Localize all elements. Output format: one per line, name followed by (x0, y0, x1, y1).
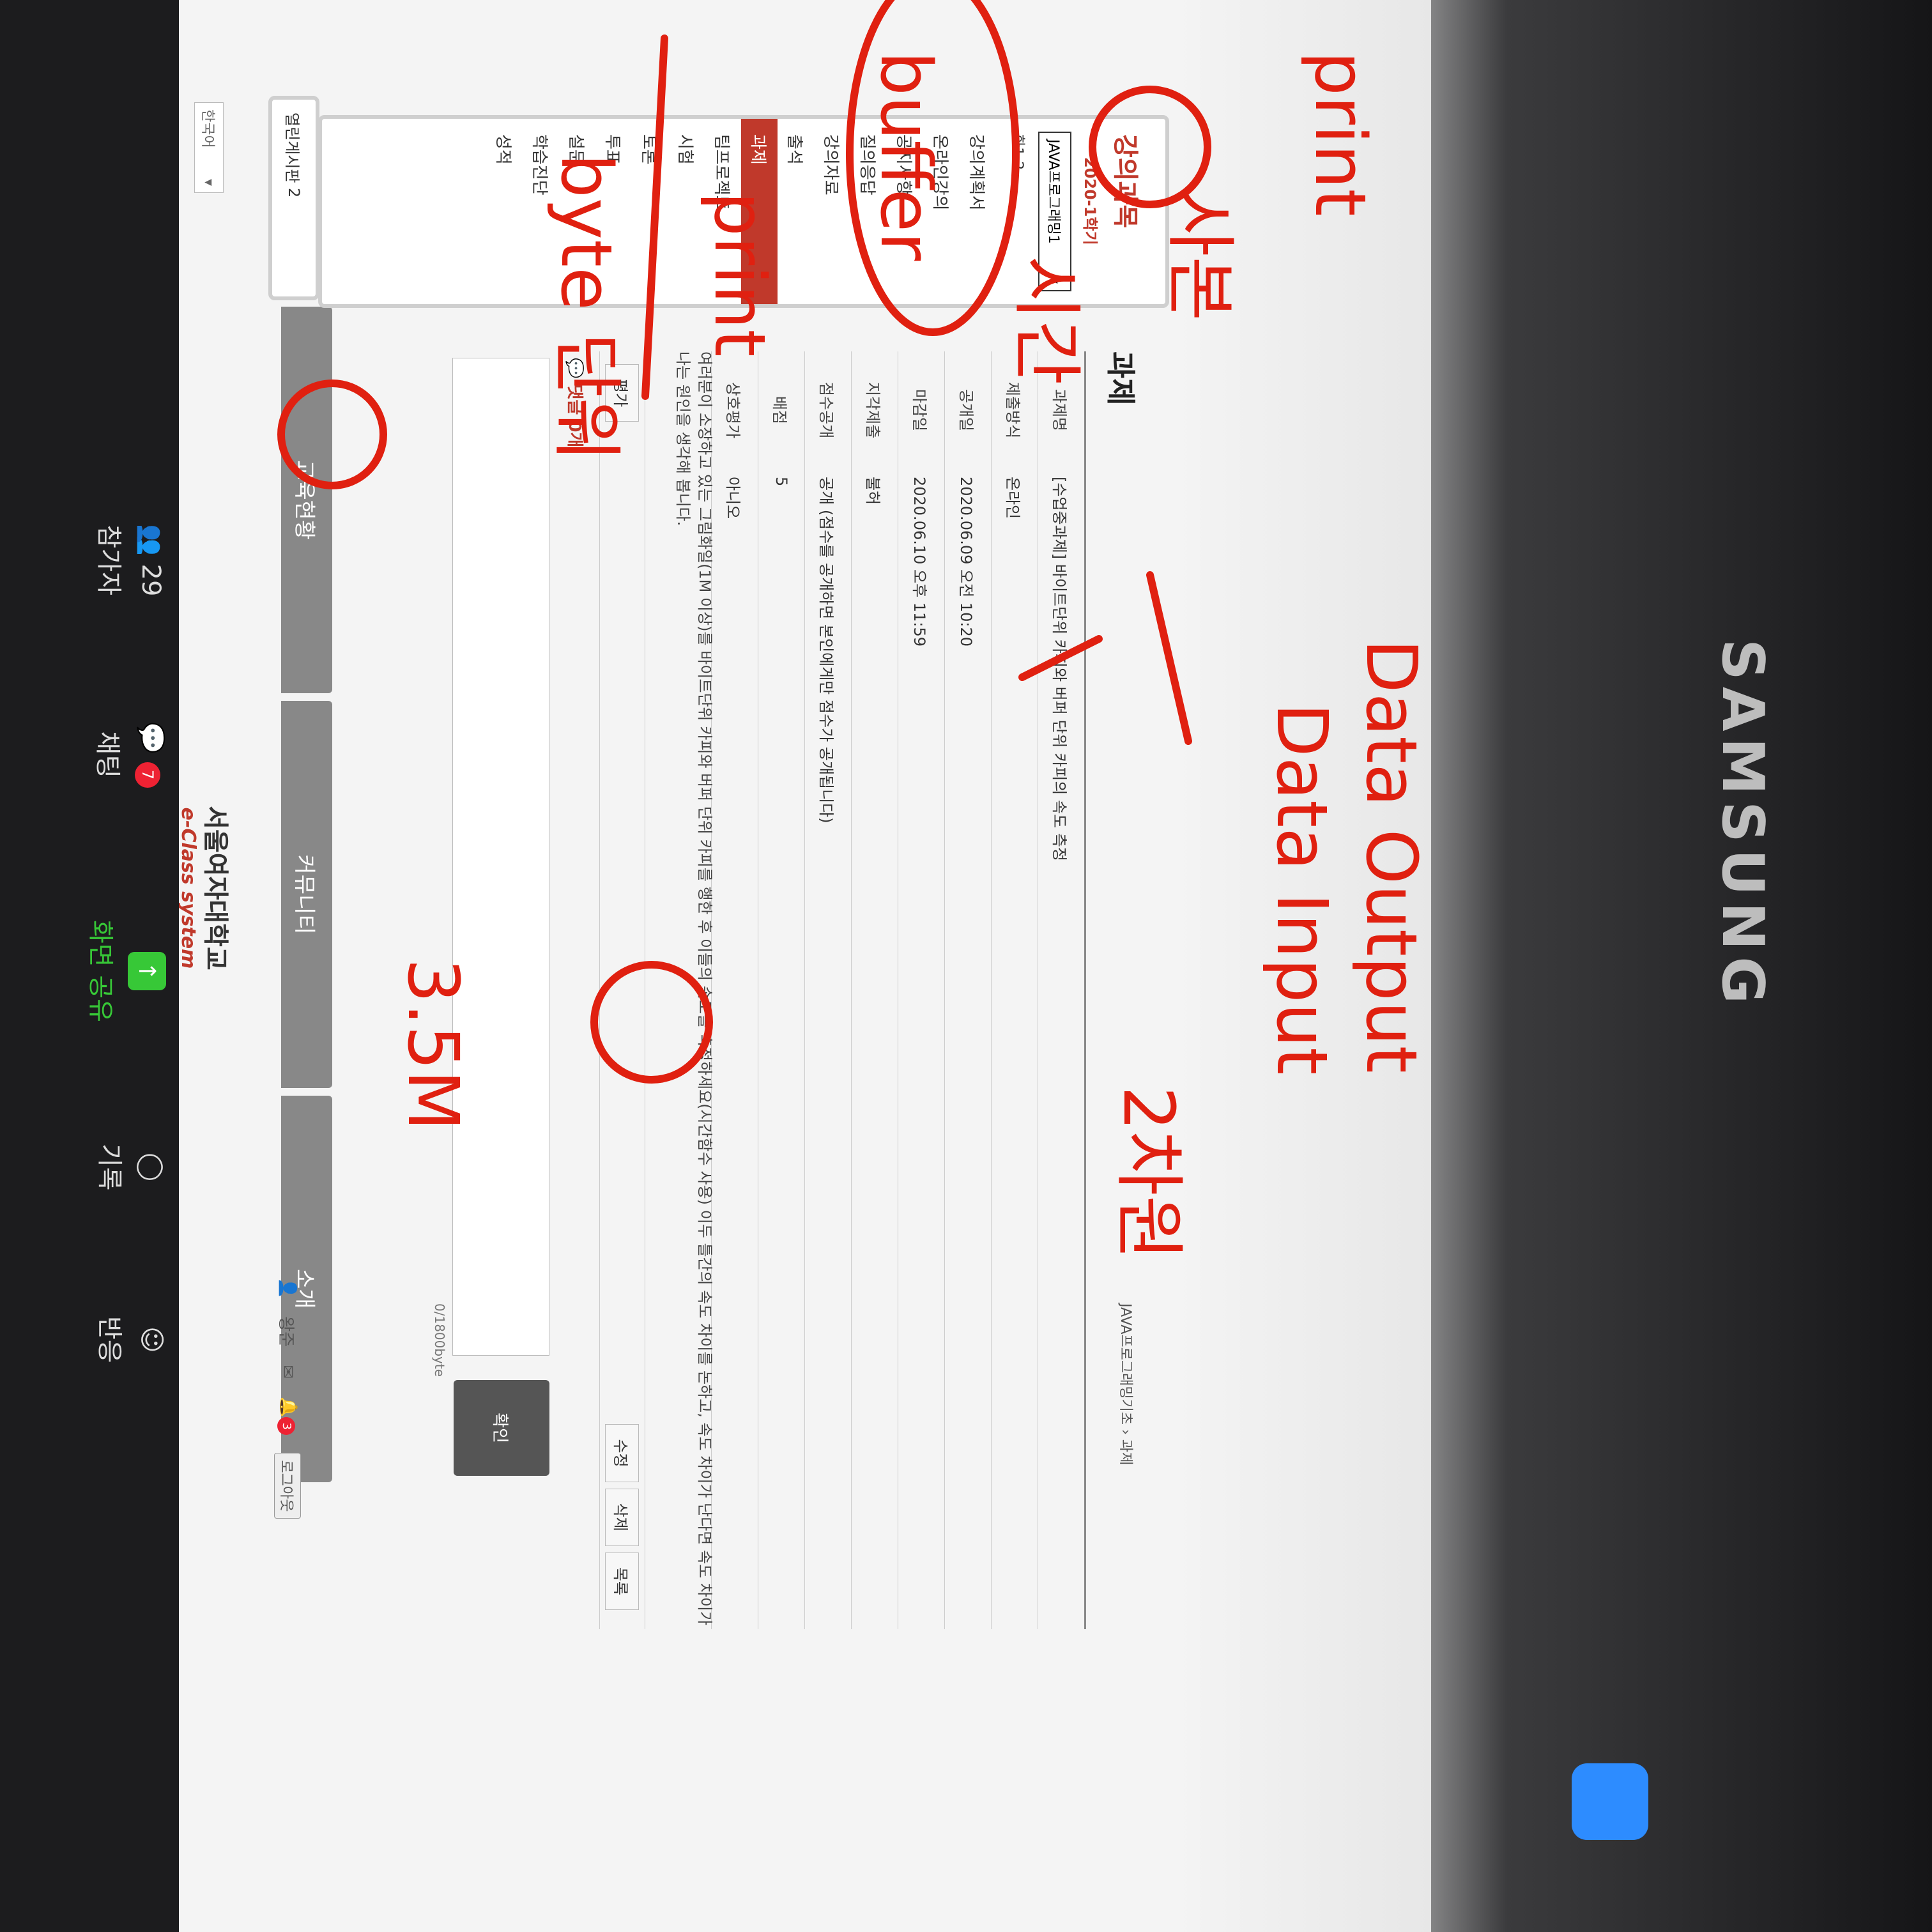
field-key: 배점 (758, 351, 805, 469)
share-screen-button[interactable]: ↑ 화면 공유 (84, 920, 166, 1022)
reply-count-label: 💬 댓글 0개 (564, 358, 588, 447)
brand-system: e-Class system (177, 807, 199, 969)
field-key: 점수공개 (804, 351, 852, 469)
assignment-detail: JAVA프로그래밍기초 › 과제 과제 과제명 [수업중과제] 바이트단위 카피와… (268, 345, 1163, 1648)
participants-button[interactable]: 👥 29 참가자 (93, 524, 166, 596)
semester-label: 2020-1학기 (1081, 157, 1099, 245)
list-button[interactable]: 목록 (605, 1552, 640, 1610)
eclass-page: 한국어 ▾ W 서울여자대학교 e-Class system 교육현황 커뮤니티… (0, 0, 1431, 1932)
field-key: 제출방식 (991, 351, 1038, 469)
chat-label: 채팅 (93, 731, 122, 779)
sidebar-item-learning-diagnosis[interactable]: 학습진단 (523, 119, 559, 304)
chevron-down-icon: ▾ (201, 178, 217, 186)
field-value: 5 (758, 469, 805, 1629)
course-select[interactable]: JAVA프로그래밍1 ▾ (1038, 132, 1071, 291)
field-value: 불허 (851, 469, 898, 1629)
table-row: 제출방식 온라인 (991, 351, 1038, 1629)
edit-button[interactable]: 수정 (605, 1424, 640, 1482)
course-sidebar: 강의과목 2020-1학기 JAVA프로그래밍1 ▾ 화1-2 강의계획서 온라… (318, 115, 1169, 308)
field-value: 온라인 (991, 469, 1038, 1629)
share-arrow-icon: ↑ (128, 951, 166, 990)
sidebar-item-online-lecture[interactable]: 온라인강의 (923, 119, 960, 304)
field-key: 공개일 (944, 351, 992, 469)
record-label: 기록 (95, 1144, 124, 1191)
monitor-brand: SAMSUNG (1709, 639, 1776, 1011)
table-row: 점수공개 공개 (점수를 공개하면 본인에게만 점수가 공개됩니다) (804, 351, 852, 1629)
delete-button[interactable]: 삭제 (605, 1488, 640, 1546)
sidebar-item-team-project[interactable]: 팀프로젝트 (705, 119, 741, 304)
sidebar-item-exam[interactable]: 시험 (668, 119, 705, 304)
sidebar-item-vote[interactable]: 투표 (595, 119, 632, 304)
chat-icon: 💬 (136, 722, 165, 754)
field-key: 마감일 (898, 351, 945, 469)
sidebar-title: 강의과목 (1110, 134, 1140, 229)
field-key: 과제명 (1038, 351, 1085, 469)
field-key: 상호평가 (711, 351, 758, 469)
field-value: 아니오 (711, 469, 758, 1629)
chevron-down-icon: ▾ (1046, 276, 1063, 284)
sidebar-item-qna[interactable]: 질의응답 (850, 119, 887, 304)
monitor-screen: 한국어 ▾ W 서울여자대학교 e-Class system 교육현황 커뮤니티… (0, 0, 1431, 1932)
table-row: 과제명 [수업중과제] 바이트단위 카피와 버퍼 단위 카피의 속도 측정 (1038, 351, 1085, 1629)
sidebar-item-materials[interactable]: 강의자료 (814, 119, 850, 304)
chat-badge: 7 (135, 762, 160, 788)
action-row: 평가 수정 삭제 목록 (599, 351, 645, 1629)
class-number: 화1-2 (1009, 134, 1025, 171)
field-value: 2020.06.10 오후 11:59 (898, 469, 945, 1629)
brand: 서울여자대학교 e-Class system (177, 754, 236, 1022)
confirm-button[interactable]: 확인 (454, 1380, 549, 1476)
sidebar-item-syllabus[interactable]: 강의계획서 (960, 119, 996, 304)
language-select-value: 한국어 (199, 109, 215, 148)
sidebar-item-discussion[interactable]: 토론 (632, 119, 668, 304)
emoji-icon: ☺ (137, 1326, 166, 1353)
sidebar-item-assignment[interactable]: 과제 (741, 119, 778, 304)
field-key: 지각제출 (851, 351, 898, 469)
table-row: 배점 5 (758, 351, 805, 1629)
field-value: 공개 (점수를 공개하면 본인에게만 점수가 공개됩니다) (804, 469, 852, 1629)
sidebar-item-notice[interactable]: 공지사항 (887, 119, 923, 304)
table-row: 공개일 2020.06.09 오전 10:20 (944, 351, 992, 1629)
participants-count: 29 (136, 564, 165, 597)
brand-name: 서울여자대학교 (201, 806, 230, 970)
sidebar-item-grades[interactable]: 성적 (486, 119, 523, 304)
record-icon: ◯ (137, 1153, 166, 1182)
sidebar-item-attendance[interactable]: 출석 (778, 119, 814, 304)
share-label: 화면 공유 (86, 920, 115, 1022)
zoom-app-icon (1572, 1763, 1648, 1840)
chat-button[interactable]: 💬 7 채팅 (91, 722, 166, 788)
table-row: 마감일 2020.06.10 오후 11:59 (898, 351, 945, 1629)
record-button[interactable]: ◯ 기록 (93, 1144, 166, 1191)
open-board-link[interactable]: 열린게시판 2 (268, 96, 319, 300)
react-label: 반응 (95, 1316, 124, 1363)
reply-count: 댓글 0개 (565, 384, 584, 448)
open-board-label: 열린게시판 (283, 112, 302, 183)
byte-counter: 0/1800byte (432, 1303, 447, 1377)
open-board-count: 2 (285, 188, 303, 198)
course-select-value: JAVA프로그래밍1 (1045, 139, 1061, 244)
assignment-description: 여러분이 소장하고 있는 그림화일(1M 이상)를 바이트단위 카피와 버퍼 단… (674, 351, 714, 1626)
field-value: 2020.06.09 오전 10:20 (944, 469, 992, 1629)
zoom-toolbar: 👥 29 참가자 💬 7 채팅 ↑ 화면 공유 ◯ 기록 ☺ 반응 (0, 0, 179, 1932)
sidebar-item-survey[interactable]: 설문 (559, 119, 595, 304)
participants-icon: 👥 (136, 524, 165, 556)
comment-input[interactable] (452, 358, 549, 1356)
action-buttons: 수정 삭제 목록 (605, 1424, 640, 1610)
comment-icon: 💬 (565, 358, 584, 379)
page-title: 과제 (1103, 351, 1138, 406)
evaluate-button[interactable]: 평가 (605, 364, 640, 422)
participants-label: 참가자 (94, 525, 123, 595)
course-menu: 강의계획서 온라인강의 공지사항 질의응답 강의자료 출석 과제 팀프로젝트 시… (486, 119, 996, 304)
table-row: 지각제출 불허 (851, 351, 898, 1629)
field-value: [수업중과제] 바이트단위 카피와 버퍼 단위 카피의 속도 측정 (1038, 469, 1085, 1629)
table-row: 상호평가 아니오 (711, 351, 758, 1629)
language-select[interactable]: 한국어 ▾ (194, 102, 224, 193)
breadcrumb: JAVA프로그래밍기초 › 과제 (1117, 1303, 1133, 1466)
reactions-button[interactable]: ☺ 반응 (93, 1316, 166, 1363)
assignment-info-table: 과제명 [수업중과제] 바이트단위 카피와 버퍼 단위 카피의 속도 측정 제출방… (711, 351, 1086, 1629)
